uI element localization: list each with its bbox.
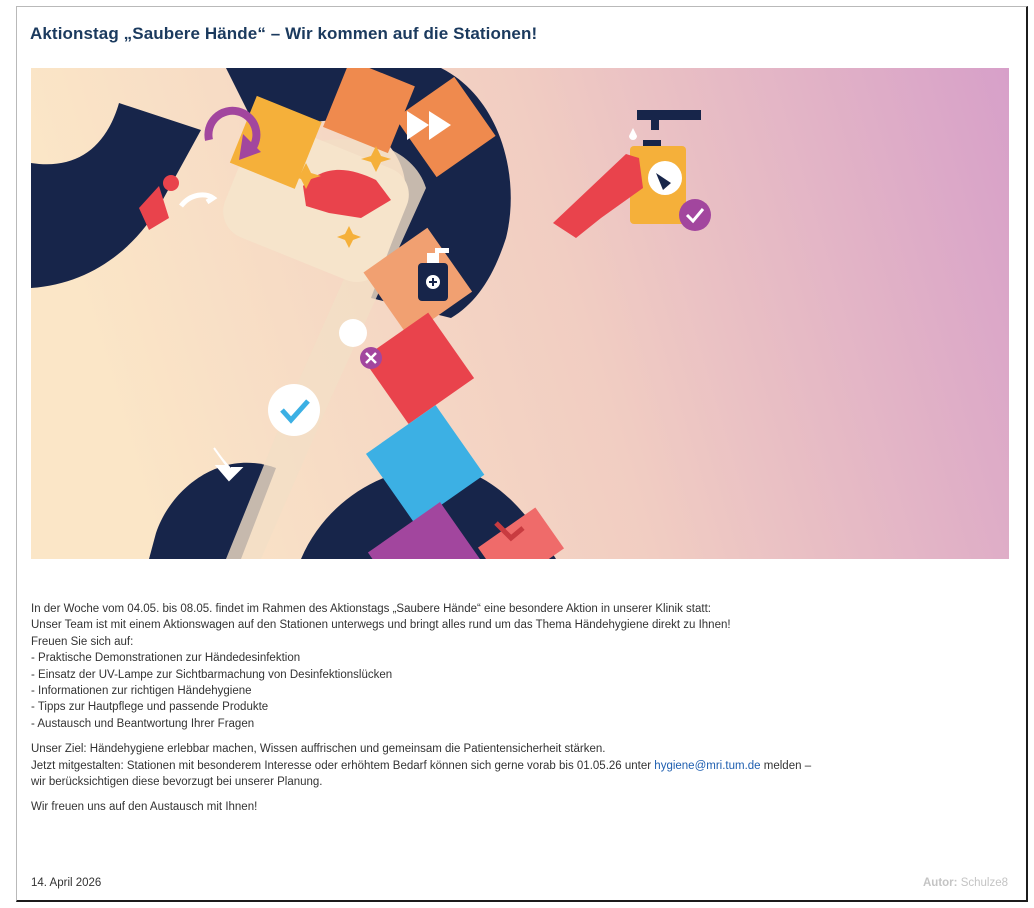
bullet-item: - Informationen zur richtigen Händehygie… — [31, 685, 252, 698]
check-icon — [268, 384, 320, 436]
bullet-item: - Tipps zur Hautpflege und passende Prod… — [31, 701, 269, 714]
bullet-item: - Einsatz der UV-Lampe zur Sichtbarmachu… — [31, 668, 393, 681]
hero-illustration — [31, 68, 1009, 559]
cta-text: Jetzt mitgestalten: Stationen mit besond… — [31, 758, 1011, 774]
author: Autor: Schulze8 — [923, 877, 1008, 889]
news-card: Aktionstag „Saubere Hände“ – Wir kommen … — [16, 6, 1028, 902]
cta-line-2: wir berücksichtigen diese bevorzugt bei … — [31, 776, 323, 789]
publish-date: 14. April 2026 — [31, 877, 102, 889]
hand-hygiene-illustration — [31, 68, 1009, 559]
intro-line-3: Freuen Sie sich auf: — [31, 635, 134, 648]
goal-text: Unser Ziel: Händehygiene erlebbar machen… — [31, 743, 606, 756]
email-link[interactable]: hygiene@mri.tum.de — [654, 760, 760, 772]
article-body: In der Woche vom 04.05. bis 08.05. finde… — [31, 601, 1011, 816]
intro-line-2: Unser Team ist mit einem Aktionswagen au… — [31, 619, 731, 632]
cta-prefix: Jetzt mitgestalten: Stationen mit besond… — [31, 759, 652, 772]
closing-text: Wir freuen uns auf den Austausch mit Ihn… — [31, 801, 258, 814]
author-name: Schulze8 — [960, 877, 1008, 889]
intro-line-1: In der Woche vom 04.05. bis 08.05. finde… — [31, 603, 711, 615]
cta-suffix: melden – — [763, 759, 812, 772]
bullet-item: - Austausch und Beantwortung Ihrer Frage… — [31, 717, 255, 730]
author-label: Autor: — [922, 877, 958, 889]
bullet-item: - Praktische Demonstrationen zur Händede… — [31, 652, 301, 665]
article-title: Aktionstag „Saubere Hände“ – Wir kommen … — [30, 24, 538, 43]
